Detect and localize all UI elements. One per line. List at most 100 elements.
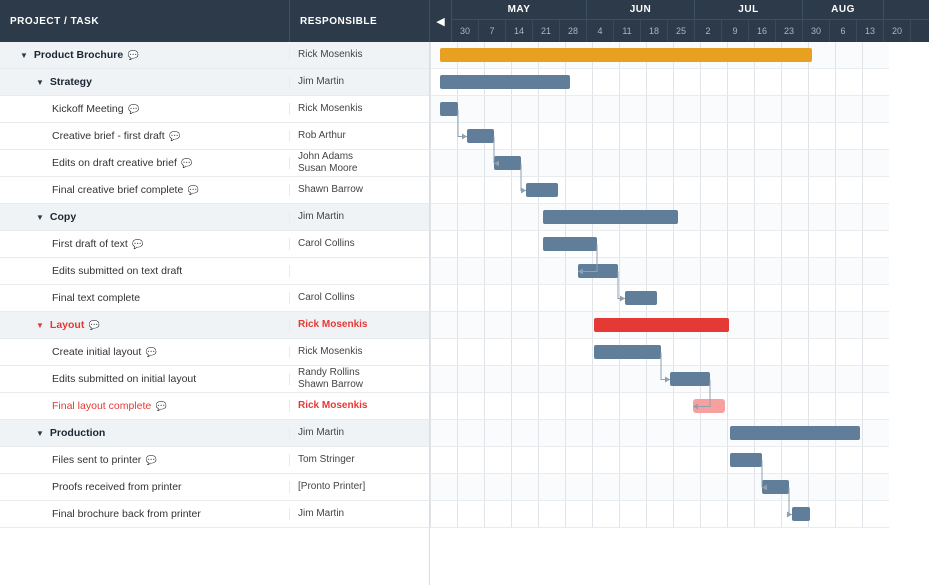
task-row-r15: Files sent to printer 💬 Tom Stringer (0, 447, 429, 474)
task-cell-r16: Proofs received from printer (0, 481, 290, 493)
task-name-r11: Create initial layout (52, 346, 141, 358)
comment-icon[interactable]: 💬 (145, 347, 157, 357)
chart-row-r8 (430, 258, 889, 285)
responsible-cell-r1: Jim Martin (290, 76, 430, 88)
col-responsible-header: RESPONSIBLE (290, 0, 430, 42)
chart-row-r0 (430, 42, 889, 69)
week-cell: 21 (533, 20, 560, 42)
chart-row-r15 (430, 447, 889, 474)
task-row-r3: Creative brief - first draft 💬 Rob Arthur (0, 123, 429, 150)
comment-icon[interactable]: 💬 (145, 455, 157, 465)
month-may: MAY (452, 0, 587, 19)
comment-icon[interactable]: 💬 (132, 239, 144, 249)
task-cell-r5: Final creative brief complete💬 (0, 184, 290, 196)
chart-row-r9 (430, 285, 889, 312)
week-cell: 13 (857, 20, 884, 42)
month-jun: JUN (587, 0, 695, 19)
task-row-r7: First draft of text 💬 Carol Collins (0, 231, 429, 258)
week-cell: 11 (614, 20, 641, 42)
responsible-cell-r15: Tom Stringer (290, 454, 430, 466)
bar-r0 (440, 48, 812, 62)
responsible-cell-r12: Randy RollinsShawn Barrow (290, 367, 430, 391)
bar-r12 (670, 372, 710, 386)
chart-row-r5 (430, 177, 889, 204)
task-row-r17: Final brochure back from printerJim Mart… (0, 501, 429, 528)
triangle-icon[interactable]: ▼ (36, 429, 44, 438)
bar-r3 (467, 129, 494, 143)
task-name-r15: Files sent to printer (52, 454, 141, 466)
month-aug: AUG (803, 0, 884, 19)
task-cell-r9: Final text complete (0, 292, 290, 304)
task-cell-r10: ▼Layout💬 (0, 319, 290, 331)
responsible-cell-r9: Carol Collins (290, 292, 430, 304)
comment-icon[interactable]: 💬 (127, 50, 139, 60)
bar-r17 (792, 507, 810, 521)
comment-icon[interactable]: 💬 (155, 401, 167, 411)
task-row-r6: ▼CopyJim Martin (0, 204, 429, 231)
triangle-icon[interactable]: ▼ (36, 78, 44, 87)
bar-r8 (578, 264, 618, 278)
task-name-r8: Edits submitted on text draft (52, 265, 182, 277)
chart-row-r13 (430, 393, 889, 420)
task-cell-r14: ▼ Production (0, 427, 290, 439)
bar-r4 (494, 156, 521, 170)
triangle-icon[interactable]: ▼ (36, 213, 44, 222)
week-cell: 25 (668, 20, 695, 42)
week-cell: 23 (776, 20, 803, 42)
comment-icon[interactable]: 💬 (169, 131, 181, 141)
task-row-r14: ▼ProductionJim Martin (0, 420, 429, 447)
week-cell: 4 (587, 20, 614, 42)
triangle-icon[interactable]: ▼ (36, 321, 44, 330)
task-name-r3: Creative brief - first draft (52, 130, 165, 142)
bar-r5 (526, 183, 558, 197)
responsible-cell-r0: Rick Mosenkis (290, 49, 430, 61)
task-row-r16: Proofs received from printer[Pronto Prin… (0, 474, 429, 501)
week-cell: 18 (641, 20, 668, 42)
chart-row-r1 (430, 69, 889, 96)
triangle-icon[interactable]: ▼ (20, 51, 28, 60)
col-task-header: PROJECT / TASK (0, 0, 290, 42)
responsible-cell-r4: John AdamsSusan Moore (290, 151, 430, 175)
comment-icon[interactable]: 💬 (88, 320, 100, 330)
task-cell-r0: ▼ Product Brochure 💬 (0, 49, 290, 61)
comment-icon[interactable]: 💬 (181, 158, 193, 168)
week-cell: 20 (884, 20, 911, 42)
task-cell-r7: First draft of text 💬 (0, 238, 290, 250)
task-row-r8: Edits submitted on text draft (0, 258, 429, 285)
task-row-r9: Final text completeCarol Collins (0, 285, 429, 312)
task-row-r2: Kickoff Meeting💬Rick Mosenkis (0, 96, 429, 123)
chart-row-r10 (430, 312, 889, 339)
task-cell-r17: Final brochure back from printer (0, 508, 290, 520)
comment-icon[interactable]: 💬 (187, 185, 199, 195)
bar-r9 (625, 291, 657, 305)
comment-icon[interactable]: 💬 (128, 104, 140, 114)
task-name-r7: First draft of text (52, 238, 128, 250)
week-cell: 14 (506, 20, 533, 42)
bar-r16 (762, 480, 789, 494)
task-row-r10: ▼Layout💬Rick Mosenkis (0, 312, 429, 339)
week-cell: 28 (560, 20, 587, 42)
responsible-cell-r7: Carol Collins (290, 238, 430, 250)
task-row-r13: Final layout complete💬Rick Mosenkis (0, 393, 429, 420)
weeks-row: 30714212841118252916233061320 (452, 20, 929, 42)
month-jul: JUL (695, 0, 803, 19)
task-name-r14: Production (50, 427, 105, 439)
nav-prev-button[interactable]: ◀ (430, 0, 452, 42)
responsible-cell-r3: Rob Arthur (290, 130, 430, 142)
task-cell-r3: Creative brief - first draft 💬 (0, 130, 290, 142)
task-row-r4: Edits on draft creative brief💬John Adams… (0, 150, 429, 177)
chart-row-r4 (430, 150, 889, 177)
task-row-r1: ▼StrategyJim Martin (0, 69, 429, 96)
months-row: MAY JUN JUL AUG (452, 0, 929, 20)
gantt-body: ▼ Product Brochure 💬 Rick Mosenkis ▼Strategy… (0, 42, 929, 585)
chart-row-r6 (430, 204, 889, 231)
bar-r14 (730, 426, 860, 440)
task-name-r0: Product Brochure (34, 49, 123, 61)
week-cell: 16 (749, 20, 776, 42)
task-cell-r1: ▼Strategy (0, 76, 290, 88)
chart-panel (430, 42, 929, 585)
responsible-cell-r10: Rick Mosenkis (290, 319, 430, 331)
task-cell-r11: Create initial layout 💬 (0, 346, 290, 358)
week-cell: 7 (479, 20, 506, 42)
bar-r11 (594, 345, 661, 359)
